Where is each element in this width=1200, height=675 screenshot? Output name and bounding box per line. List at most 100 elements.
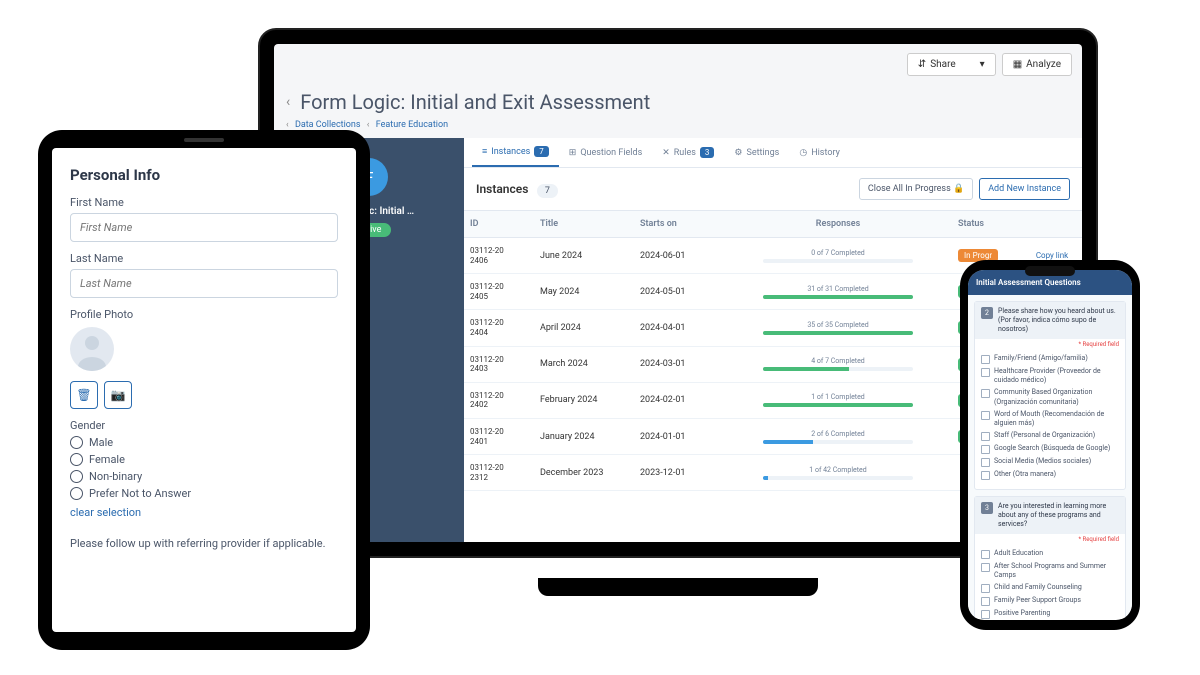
cell-starts: 2024-06-01 [634, 243, 724, 269]
back-icon[interactable]: ‹ [286, 94, 290, 110]
checkbox-icon [981, 445, 990, 454]
breadcrumb: ‹ Data Collections ‹ Feature Education [274, 120, 1082, 138]
analyze-button[interactable]: ▦ Analyze [1002, 53, 1072, 76]
cell-title: April 2024 [534, 315, 634, 341]
cell-title: June 2024 [534, 243, 634, 269]
cell-title: May 2024 [534, 279, 634, 305]
question-header: 3 Are you interested in learning more ab… [975, 497, 1125, 534]
question-card: 2 Please share how you heard about us. (… [974, 301, 1126, 490]
checkbox-option[interactable]: Child and Family Counseling [981, 583, 1119, 593]
col-status[interactable]: Status [952, 211, 1022, 237]
checkbox-option[interactable]: Healthcare Provider (Proveedor de cuidad… [981, 367, 1119, 385]
rules-icon: ✕ [662, 148, 670, 158]
checkbox-option[interactable]: Other (Otra manera) [981, 470, 1119, 480]
radio-icon [70, 436, 83, 449]
delete-photo-button[interactable]: 🗑 [70, 381, 98, 409]
checkbox-icon [981, 355, 990, 364]
first-name-input[interactable] [70, 213, 338, 242]
checkbox-option[interactable]: After School Programs and Summer Camps [981, 562, 1119, 580]
required-label: * Required field [975, 339, 1125, 350]
chevron-down-icon: ▾ [980, 59, 985, 70]
checkbox-icon [981, 563, 990, 572]
col-responses[interactable]: Responses [724, 211, 952, 237]
option-label: Family/Friend (Amigo/familia) [994, 354, 1088, 363]
cell-title: March 2024 [534, 351, 634, 377]
clear-selection-link[interactable]: clear selection [70, 506, 338, 519]
instances-title-wrap: Instances 7 [476, 182, 558, 196]
question-text: Are you interested in learning more abou… [998, 502, 1119, 529]
cell-id: 03112-202405 [464, 274, 534, 309]
note-text: Please follow up with referring provider… [70, 537, 338, 550]
cell-id: 03112-202404 [464, 310, 534, 345]
tabs: ≡ Instances 7 ⊞ Question Fields ✕ Rules … [464, 138, 1082, 168]
col-title[interactable]: Title [534, 211, 634, 237]
lock-icon: 🔒 [953, 184, 964, 194]
chevron-left-icon: ‹ [286, 120, 289, 130]
tab-questions[interactable]: ⊞ Question Fields [559, 138, 652, 167]
camera-icon: 📷 [111, 388, 126, 402]
radio-option[interactable]: Non-binary [70, 470, 338, 483]
clock-icon: ◷ [799, 148, 807, 158]
col-id[interactable]: ID [464, 211, 534, 237]
checkbox-option[interactable]: Family Peer Support Groups [981, 596, 1119, 606]
checkbox-option[interactable]: Word of Mouth (Recomendación de alguien … [981, 410, 1119, 428]
radio-option[interactable]: Prefer Not to Answer [70, 487, 338, 500]
cell-responses: 1 of 42 Completed [724, 458, 952, 488]
cell-responses: 1 of 1 Completed [724, 385, 952, 415]
option-label: Word of Mouth (Recomendación de alguien … [994, 410, 1119, 428]
chart-icon: ▦ [1013, 59, 1022, 70]
checkbox-option[interactable]: Community Based Organization (Organizaci… [981, 388, 1119, 406]
breadcrumb-link[interactable]: Data Collections [295, 120, 361, 130]
checkbox-option[interactable]: Social Media (Medios sociales) [981, 457, 1119, 467]
tab-history[interactable]: ◷ History [789, 138, 850, 167]
radio-option[interactable]: Male [70, 436, 338, 449]
checkbox-icon [981, 471, 990, 480]
checkbox-option[interactable]: Google Search (Búsqueda de Google) [981, 444, 1119, 454]
photo-actions: 🗑 📷 [70, 381, 338, 409]
checkbox-option[interactable]: Positive Parenting [981, 609, 1119, 619]
tab-settings[interactable]: ⚙ Settings [724, 138, 789, 167]
camera-button[interactable]: 📷 [104, 381, 132, 409]
close-all-button[interactable]: Close All In Progress 🔒 [859, 178, 973, 200]
cell-title: December 2023 [534, 460, 634, 486]
breadcrumb-sep: ‹ [367, 120, 370, 130]
radio-label: Non-binary [89, 470, 142, 483]
option-label: After School Programs and Summer Camps [994, 562, 1119, 580]
cell-responses: 4 of 7 Completed [724, 349, 952, 379]
instances-count: 7 [534, 146, 549, 157]
last-name-input[interactable] [70, 269, 338, 298]
question-number: 2 [981, 307, 993, 319]
option-label: Staff (Personal de Organización) [994, 431, 1095, 440]
share-label: Share [930, 59, 955, 70]
top-actions: ⇵ Share ▾ ▦ Analyze [274, 44, 1082, 84]
gender-label: Gender [70, 419, 338, 432]
option-label: Adult Education [994, 549, 1043, 558]
share-icon: ⇵ [918, 59, 926, 70]
share-button[interactable]: ⇵ Share ▾ [907, 53, 996, 76]
tab-instances[interactable]: ≡ Instances 7 [472, 138, 559, 167]
breadcrumb-link[interactable]: Feature Education [376, 120, 448, 130]
question-options: Family/Friend (Amigo/familia) Healthcare … [975, 350, 1125, 489]
checkbox-option[interactable]: Staff (Personal de Organización) [981, 431, 1119, 441]
tab-rules[interactable]: ✕ Rules 3 [652, 138, 724, 167]
section-heading: Personal Info [70, 166, 338, 184]
add-instance-button[interactable]: Add New Instance [979, 178, 1070, 200]
option-label: Other (Otra manera) [994, 470, 1056, 479]
checkbox-option[interactable]: Family/Friend (Amigo/familia) [981, 354, 1119, 364]
checkbox-icon [981, 597, 990, 606]
radio-option[interactable]: Female [70, 453, 338, 466]
col-link [1022, 211, 1082, 237]
col-starts[interactable]: Starts on [634, 211, 724, 237]
list-icon: ≡ [482, 146, 487, 157]
checkbox-option[interactable]: Adult Education [981, 549, 1119, 559]
cell-responses: 31 of 31 Completed [724, 277, 952, 307]
cell-responses: 2 of 6 Completed [724, 422, 952, 452]
trash-icon: 🗑 [76, 388, 91, 402]
radio-label: Female [89, 453, 125, 466]
phone-frame: Initial Assessment Questions 2 Please sh… [960, 260, 1140, 630]
radio-icon [70, 470, 83, 483]
option-label: Child and Family Counseling [994, 583, 1082, 592]
radio-label: Male [89, 436, 113, 449]
option-label: Community Based Organization (Organizaci… [994, 388, 1119, 406]
avatar-placeholder [70, 327, 114, 371]
